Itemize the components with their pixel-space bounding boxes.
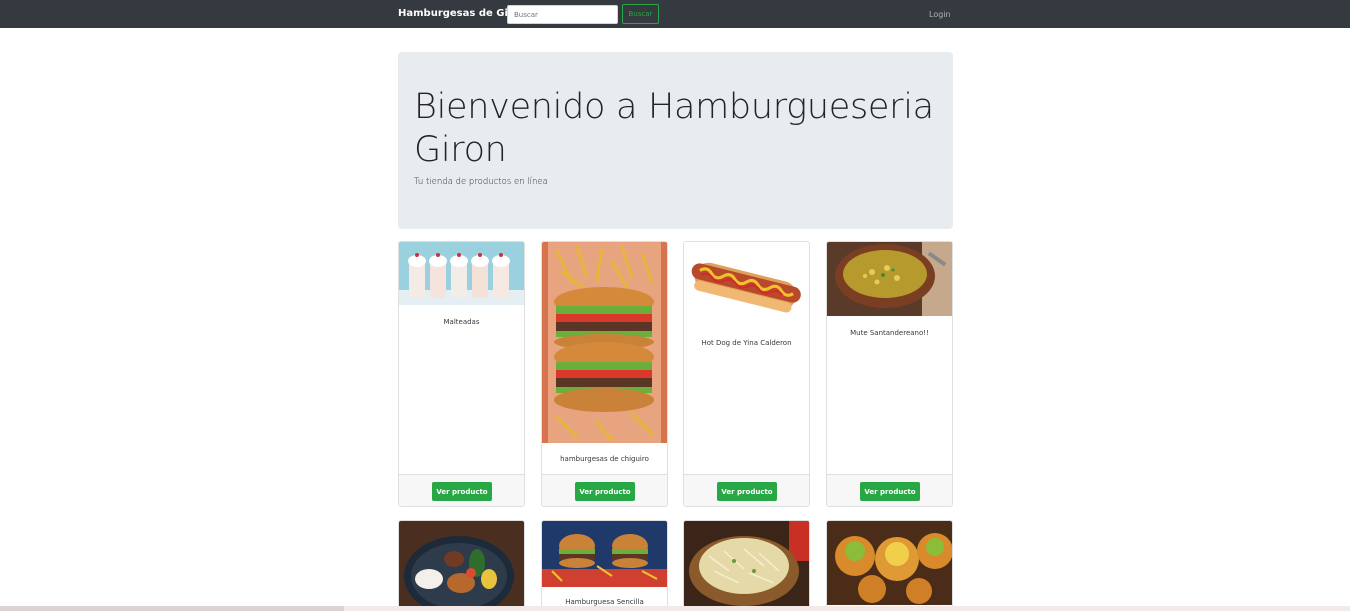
search-input[interactable] <box>507 5 618 24</box>
product-card: hamburgesas de chiguiro Ver producto <box>541 241 668 507</box>
product-card <box>398 520 525 611</box>
card-footer: Ver producto <box>684 474 809 506</box>
view-product-button[interactable]: Ver producto <box>717 482 777 501</box>
card-footer: Ver producto <box>542 474 667 506</box>
scrollbar-thumb[interactable] <box>0 606 344 611</box>
top-navbar: Hamburgesas de Giron Buscar Login <box>0 0 1350 28</box>
view-product-button[interactable]: Ver producto <box>575 482 635 501</box>
product-card <box>683 520 810 611</box>
view-product-button[interactable]: Ver producto <box>432 482 492 501</box>
card-footer: Ver producto <box>399 474 524 506</box>
product-card: Mute Santandereano!! Ver producto <box>826 241 953 507</box>
product-title: hamburgesas de chiguiro <box>560 455 649 463</box>
horizontal-scrollbar[interactable] <box>0 606 1350 611</box>
product-card: Malteadas Ver producto <box>398 241 525 507</box>
login-link[interactable]: Login <box>929 10 951 19</box>
search-button[interactable]: Buscar <box>622 4 659 24</box>
product-title: Hamburguesa Sencilla <box>565 598 644 606</box>
product-image-burgers <box>542 242 667 443</box>
product-image-simple-burger <box>542 521 667 587</box>
page-subtitle: Tu tienda de productos en línea <box>414 177 548 187</box>
product-image-soup <box>827 242 952 316</box>
product-image-milkshakes <box>399 242 524 305</box>
product-card <box>826 520 953 611</box>
product-title: Mute Santandereano!! <box>850 329 929 337</box>
product-image-empanadas <box>827 521 952 605</box>
product-card: Hot Dog de Yina Calderon Ver producto <box>683 241 810 507</box>
card-footer: Ver producto <box>827 474 952 506</box>
product-image-hot-dog <box>684 242 809 326</box>
product-title: Malteadas <box>443 318 480 326</box>
page-title: Bienvenido a Hamburgueseria Giron <box>414 87 934 170</box>
product-image-bandeja <box>399 521 524 611</box>
product-card: Hamburguesa Sencilla <box>541 520 668 611</box>
view-product-button[interactable]: Ver producto <box>860 482 920 501</box>
product-title: Hot Dog de Yina Calderon <box>701 339 792 347</box>
welcome-jumbotron: Bienvenido a Hamburgueseria Giron Tu tie… <box>398 52 953 229</box>
product-image-salchipapa <box>684 521 809 611</box>
